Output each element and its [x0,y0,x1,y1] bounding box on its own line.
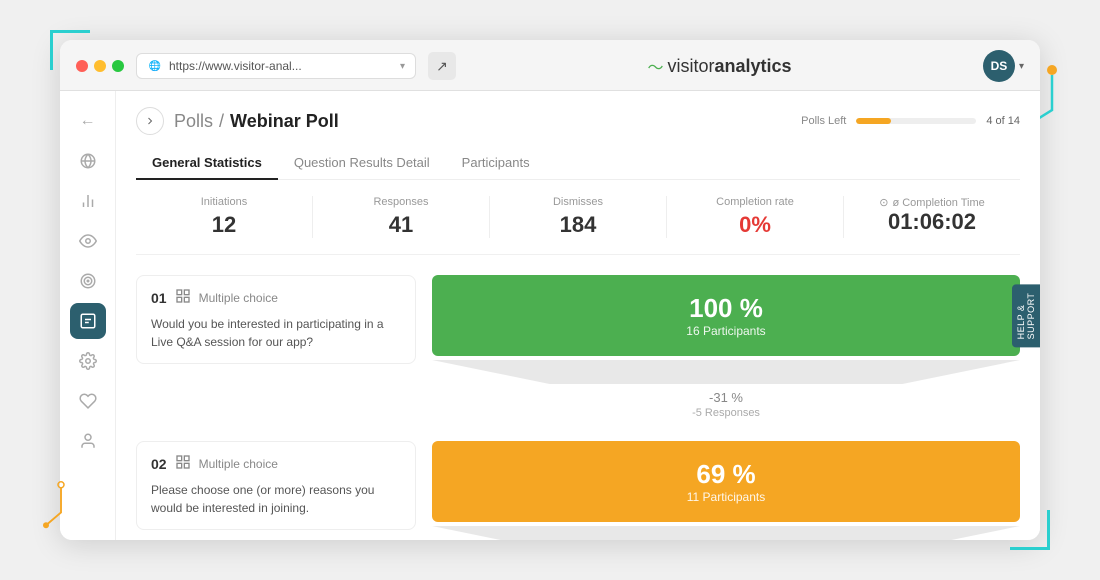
question-2-number: 02 [151,456,167,472]
polls-progress-fill [856,118,891,124]
stat-initiations: Initiations 12 [136,196,312,238]
question-1-type: Multiple choice [199,291,278,305]
sidebar-item-target[interactable] [70,263,106,299]
logo-text: visitoranalytics [667,56,791,77]
result-1-delta: -31 % -5 Responses [432,384,1020,425]
result-bar-section-2: 69 % 11 Participants -38 % [432,441,1020,540]
question-card-2: 02 Multiple choice Please choose one (or… [136,441,416,530]
question-1-number: 01 [151,290,167,306]
question-card-1: 01 Multiple choice Would you be interest… [136,275,416,364]
page-content: Polls / Webinar Poll Polls Left 4 of 14 [116,91,1040,540]
deco-top-left [50,30,90,70]
result-2-percent: 69 % [450,459,1002,490]
responses-value: 41 [313,212,489,238]
sidebar-item-polls[interactable] [70,303,106,339]
reload-button[interactable]: ↗ [428,52,456,80]
completion-rate-value: 0% [667,212,843,238]
question-2-text: Please choose one (or more) reasons you … [151,481,401,517]
browser-body: ← [60,91,1040,540]
stat-dismisses: Dismisses 184 [490,196,666,238]
question-2-header: 02 Multiple choice [151,454,401,473]
help-support-button[interactable]: HELP & SUPPORT [1012,284,1040,347]
result-2-participants: 11 Participants [450,490,1002,504]
stat-completion-time: ⊙ ø Completion Time 01:06:02 [844,196,1020,238]
stats-row: Initiations 12 Responses 41 Dismisses 18… [136,196,1020,255]
app-logo: 〜 visitoranalytics [468,54,971,78]
breadcrumb: Polls / Webinar Poll [174,111,339,132]
completion-rate-label: Completion rate [667,196,843,208]
question-2-type: Multiple choice [199,457,278,471]
clock-icon: ⊙ [879,196,888,209]
sidebar-item-globe[interactable] [70,143,106,179]
polls-count: 4 of 14 [986,115,1020,127]
stat-responses: Responses 41 [313,196,489,238]
initiations-label: Initiations [136,196,312,208]
result-bar-section-1: 100 % 16 Participants -31 % -5 Response [432,275,1020,425]
responses-label: Responses [313,196,489,208]
result-1-participants: 16 Participants [450,324,1002,338]
breadcrumb-parent: Polls [174,111,213,132]
result-bar-1: 100 % 16 Participants [432,275,1020,356]
browser-chrome: 🌐 https://www.visitor-anal... ▾ ↗ 〜 visi… [60,40,1040,91]
delta-1-percent: -31 % [432,390,1020,405]
completion-time-label: ⊙ ø Completion Time [844,196,1020,209]
address-bar[interactable]: 🌐 https://www.visitor-anal... ▾ [136,53,416,79]
question-2-type-icon [175,454,191,473]
sidebar: ← [60,91,116,540]
sidebar-item-settings[interactable] [70,343,106,379]
tab-participants[interactable]: Participants [446,147,546,180]
sidebar-item-chart[interactable] [70,183,106,219]
sidebar-item-person[interactable] [70,423,106,459]
initiations-value: 12 [136,212,312,238]
address-text: https://www.visitor-anal... [169,59,394,73]
sidebar-item-eye[interactable] [70,223,106,259]
polls-left-label: Polls Left [801,115,846,127]
back-button[interactable] [136,107,164,135]
question-row-2: 02 Multiple choice Please choose one (or… [136,441,1020,540]
polls-progress-bar [856,118,976,124]
breadcrumb-current: Webinar Poll [230,111,339,132]
sidebar-item-back[interactable]: ← [70,103,106,139]
tab-general-statistics[interactable]: General Statistics [136,147,278,180]
browser-window: 🌐 https://www.visitor-anal... ▾ ↗ 〜 visi… [60,40,1040,540]
minimize-button[interactable] [94,60,106,72]
result-bar-2: 69 % 11 Participants [432,441,1020,522]
logo-wave-icon: 〜 [647,54,663,78]
tabs: General Statistics Question Results Deta… [136,147,1020,180]
delta-1-responses: -5 Responses [432,407,1020,419]
favicon: 🌐 [147,58,163,74]
page-header: Polls / Webinar Poll Polls Left 4 of 14 [136,107,1020,135]
question-1-text: Would you be interested in participating… [151,315,401,351]
breadcrumb-separator: / [219,111,224,132]
maximize-button[interactable] [112,60,124,72]
completion-time-label-text: ø Completion Time [892,197,984,209]
dismisses-value: 184 [490,212,666,238]
sidebar-item-heart[interactable] [70,383,106,419]
question-1-type-icon [175,288,191,307]
question-row-1: 01 Multiple choice Would you be interest… [136,275,1020,425]
dismisses-label: Dismisses [490,196,666,208]
deco-bottom-left [40,475,70,540]
address-chevron-icon: ▾ [400,61,405,72]
question-1-header: 01 Multiple choice [151,288,401,307]
questions-area: 01 Multiple choice Would you be interest… [136,275,1020,540]
stat-completion-rate: Completion rate 0% [667,196,843,238]
tab-question-results[interactable]: Question Results Detail [278,147,446,180]
completion-time-value: 01:06:02 [844,209,1020,235]
polls-left-section: Polls Left 4 of 14 [801,115,1020,127]
result-1-percent: 100 % [450,293,1002,324]
